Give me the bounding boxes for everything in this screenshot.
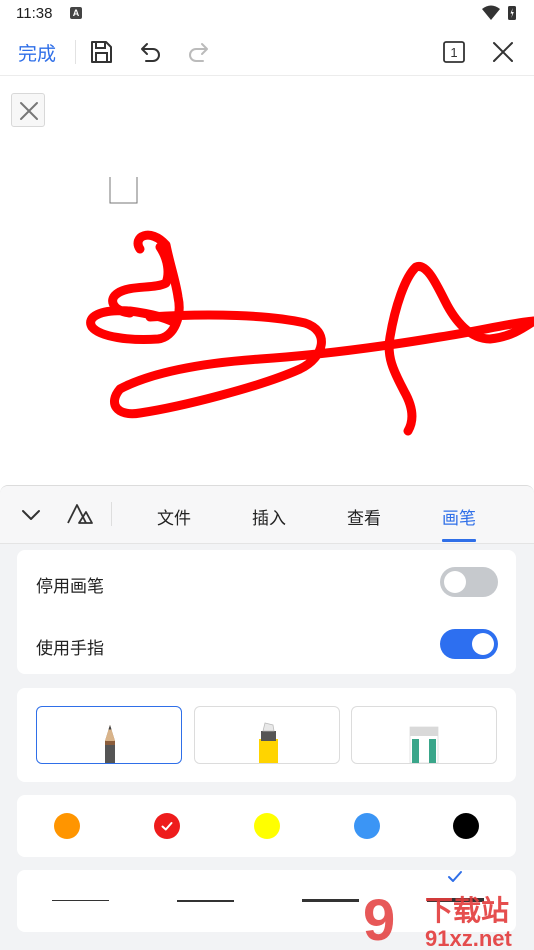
eraser-tool[interactable] (351, 706, 497, 764)
tab-pen[interactable]: 画笔 (442, 504, 476, 529)
color-swatch-blue[interactable] (354, 813, 380, 839)
pen-settings-card: 停用画笔 使用手指 (17, 550, 516, 674)
switch-knob (444, 571, 466, 593)
width-option-medium[interactable] (177, 900, 234, 902)
color-swatch-red[interactable] (154, 813, 180, 839)
text-cursor-corner (109, 177, 138, 204)
eraser-icon (409, 726, 439, 764)
tab-divider (111, 502, 112, 526)
disable-pen-label: 停用画笔 (36, 577, 104, 596)
status-bar: 11:38 A (0, 0, 534, 28)
width-option-thin[interactable] (52, 900, 109, 901)
svg-text:9: 9 (363, 888, 395, 950)
color-swatch-orange[interactable] (54, 813, 80, 839)
color-swatch-yellow[interactable] (254, 813, 280, 839)
chevron-down-icon[interactable] (20, 504, 42, 526)
watermark-url: 91xz.net (425, 926, 512, 950)
highlighter-tool[interactable] (194, 706, 340, 764)
watermark-text: 下载站 (425, 894, 509, 927)
pen-ribbon-panel: 文件 插入 查看 画笔 停用画笔 使用手指 (0, 485, 534, 950)
check-icon (161, 822, 173, 831)
use-finger-switch[interactable] (440, 629, 498, 659)
width-option-thick[interactable] (302, 899, 359, 902)
active-tab-indicator (442, 539, 476, 542)
page-count-icon[interactable]: 1 (440, 38, 468, 66)
undo-icon[interactable] (136, 38, 164, 66)
wifi-battery-icons (482, 5, 516, 20)
selected-check-icon (448, 871, 462, 882)
ribbon-tabs: 文件 插入 查看 画笔 (0, 486, 534, 544)
save-icon[interactable] (87, 38, 115, 66)
red-signature-strokes (86, 230, 534, 436)
pen-type-card (17, 688, 516, 782)
highlighter-icon (259, 722, 278, 763)
use-finger-label: 使用手指 (36, 639, 104, 658)
color-card (17, 795, 516, 857)
notification-a-icon: A (70, 7, 82, 19)
close-icon[interactable] (489, 38, 517, 66)
redo-icon[interactable] (185, 38, 213, 66)
top-toolbar: 完成 1 (0, 28, 534, 76)
pencil-tool[interactable] (36, 706, 182, 764)
done-button[interactable]: 完成 (18, 39, 56, 66)
drawing-canvas[interactable] (0, 77, 534, 485)
watermark-logo: 9 下载站 91xz.net (363, 888, 512, 950)
toolbar-divider (75, 40, 76, 64)
disable-pen-switch[interactable] (440, 567, 498, 597)
pen-style-icon[interactable] (66, 502, 94, 526)
watermark: 9 下载站 91xz.net (363, 888, 533, 950)
pencil-icon (105, 725, 115, 763)
switch-knob (472, 633, 494, 655)
tab-file[interactable]: 文件 (157, 504, 191, 529)
ink-strokes (86, 177, 534, 436)
status-time: 11:38 (16, 5, 53, 22)
color-swatch-black[interactable] (453, 813, 479, 839)
tab-insert[interactable]: 插入 (252, 504, 286, 529)
page-number: 1 (450, 45, 457, 60)
tab-view[interactable]: 查看 (347, 504, 381, 529)
